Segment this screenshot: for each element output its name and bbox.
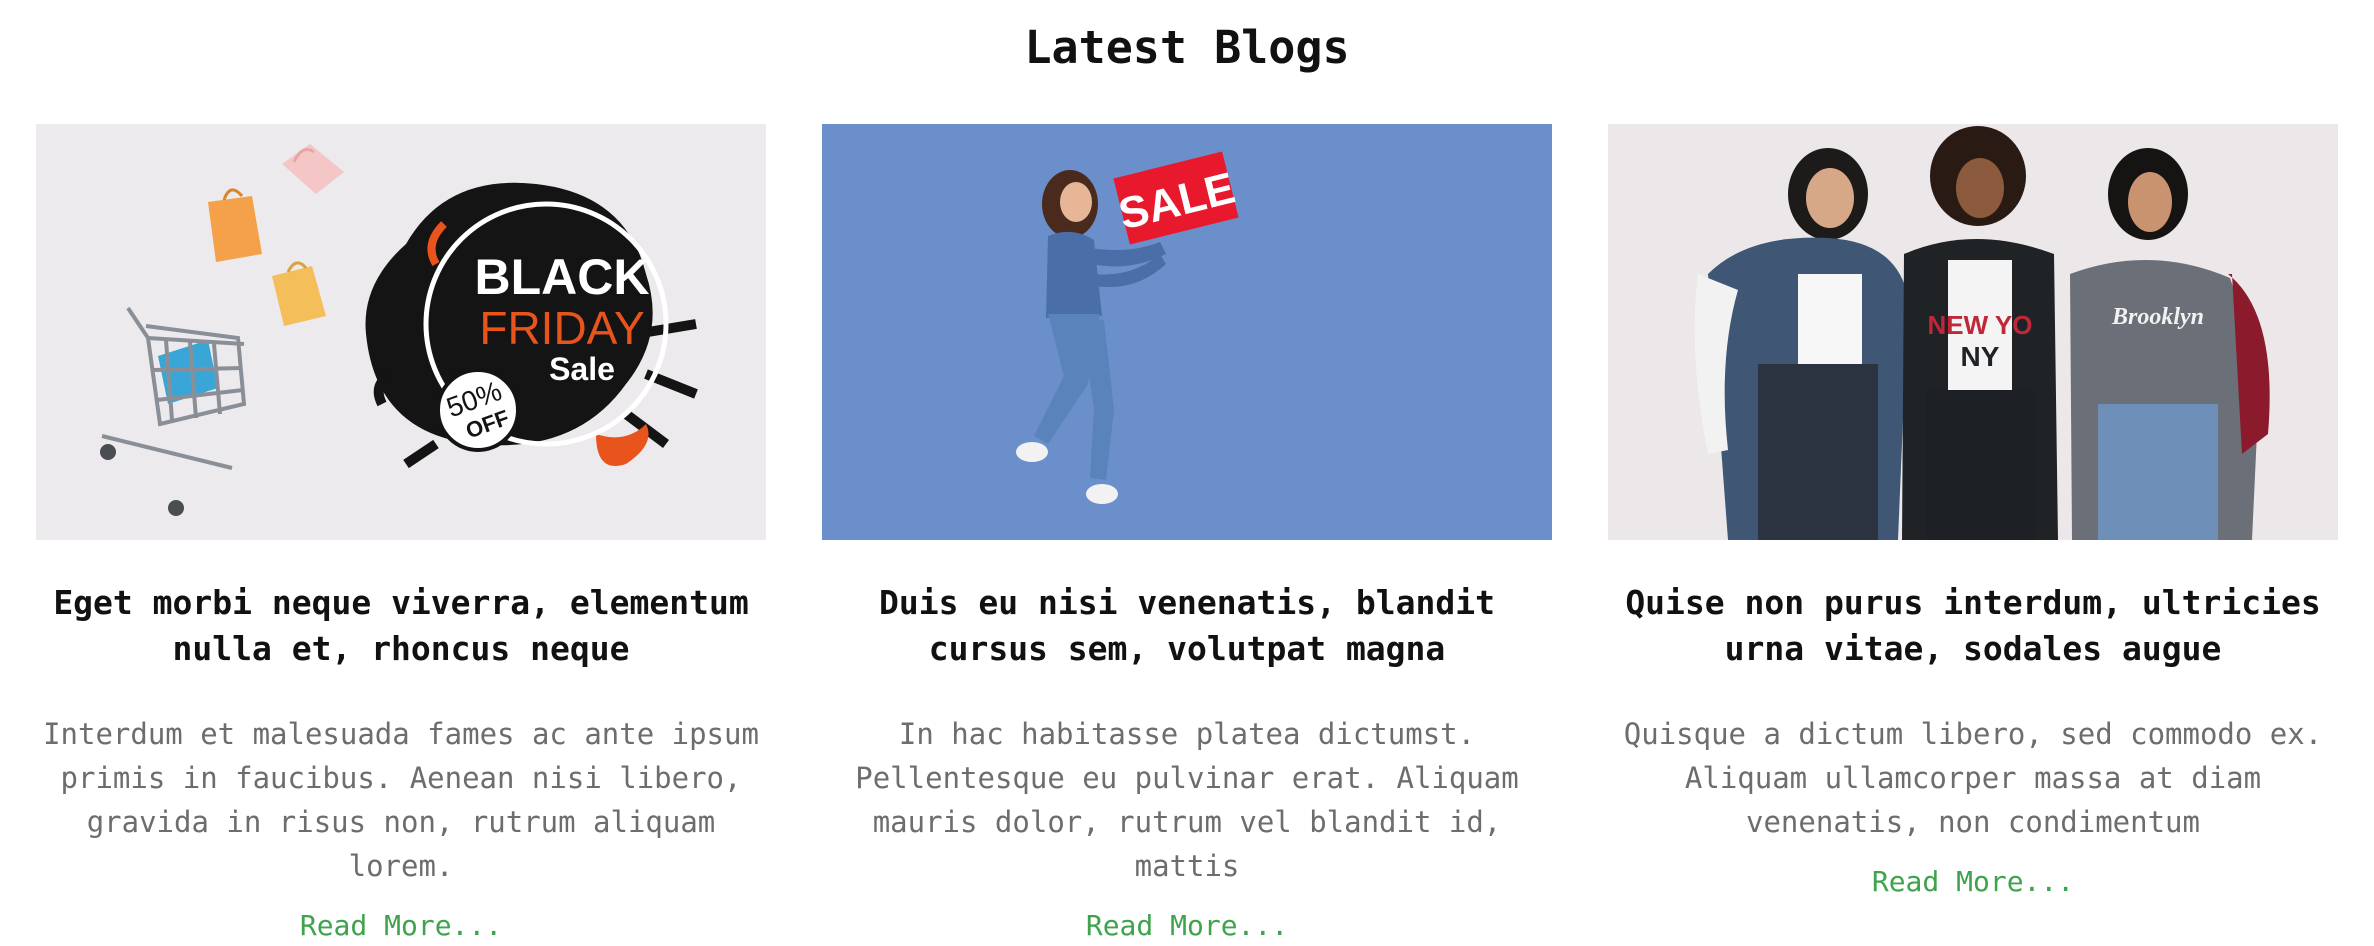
blog-title[interactable]: Quise non purus interdum, ultricies urna…: [1608, 580, 2338, 672]
blog-image-three-women[interactable]: NEW YO NY Brooklyn: [1608, 124, 2338, 540]
jumping-woman-illustration: SALE: [1016, 151, 1240, 504]
blog-excerpt: Interdum et malesuada fames ac ante ipsu…: [43, 717, 759, 883]
discount-badge: 50% OFF: [436, 368, 520, 452]
three-women-illustration: NEW YO NY Brooklyn: [1694, 126, 2270, 540]
blog-image-jumping-woman[interactable]: SALE: [822, 124, 1552, 540]
blog-card: NEW YO NY Brooklyn Quise non purus inter…: [1608, 124, 2338, 902]
black-text: BLACK: [475, 249, 650, 305]
shirt-text-new-york: NEW YO: [1928, 310, 2033, 340]
sale-sign: SALE: [1113, 151, 1240, 245]
shopping-bag-yellow-icon: [272, 261, 326, 326]
shirt-text-brooklyn: Brooklyn: [2111, 304, 2204, 330]
blog-title[interactable]: Duis eu nisi venenatis, blandit cursus s…: [822, 580, 1552, 672]
blog-excerpt: In hac habitasse platea dictumst. Pellen…: [855, 717, 1519, 883]
shopping-bag-pink-icon: [282, 144, 344, 194]
sale-text: Sale: [549, 351, 615, 387]
read-more-link[interactable]: Read More...: [36, 906, 766, 946]
friday-text: FRIDAY: [479, 302, 644, 354]
read-more-link[interactable]: Read More...: [822, 906, 1552, 946]
black-friday-illustration: BLACK FRIDAY Sale 50% OFF: [100, 144, 698, 516]
read-more-link[interactable]: Read More...: [1608, 862, 2338, 902]
blog-card: BLACK FRIDAY Sale 50% OFF Eget morbi neq…: [36, 124, 766, 946]
blog-image-black-friday[interactable]: BLACK FRIDAY Sale 50% OFF: [36, 124, 766, 540]
blog-card: SALE Duis eu nisi venenatis, blandit cur…: [822, 124, 1552, 946]
shirt-text-ny: NY: [1961, 341, 2000, 372]
shopping-bag-orange-icon: [208, 188, 262, 262]
blog-title[interactable]: Eget morbi neque viverra, elementum null…: [36, 580, 766, 672]
section-title: Latest Blogs: [1024, 21, 1350, 74]
blog-excerpt: Quisque a dictum libero, sed commodo ex.…: [1623, 717, 2323, 839]
